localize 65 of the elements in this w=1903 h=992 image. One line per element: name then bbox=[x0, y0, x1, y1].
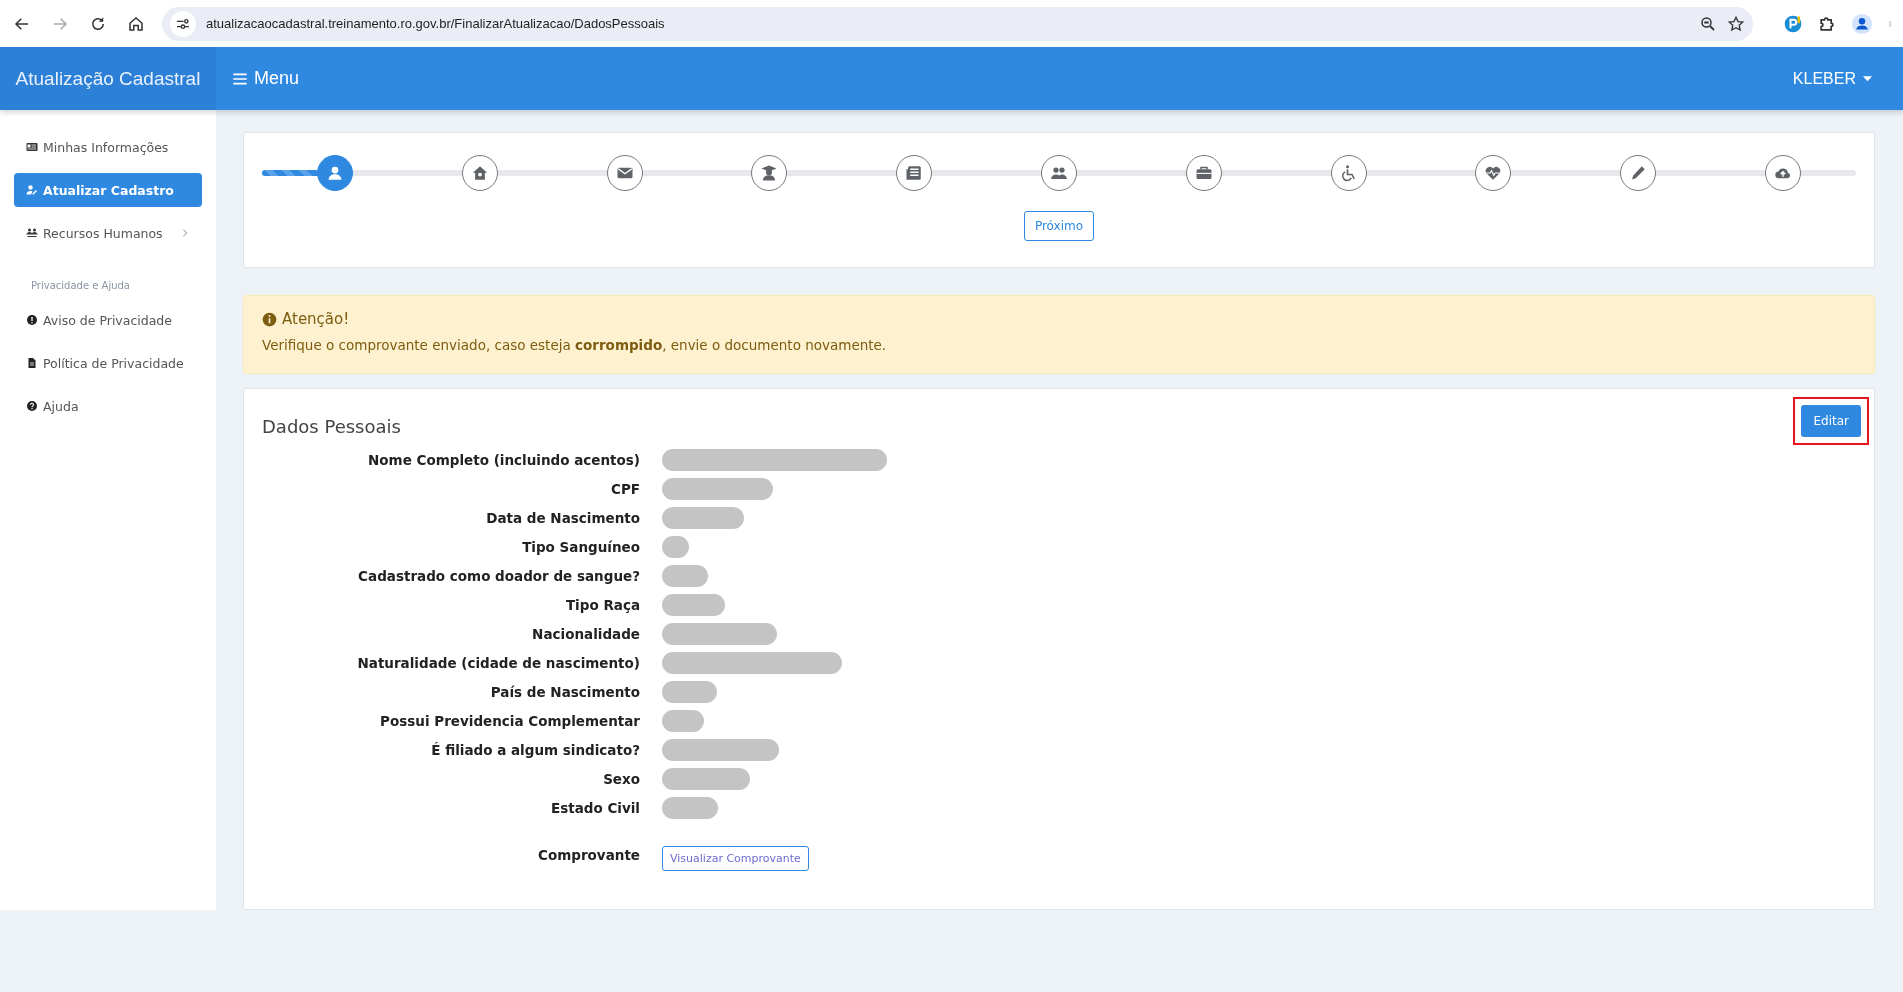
url-text: atualizacaocadastral.treinamento.ro.gov.br/FinalizarAtualizacao/DadosPessoais bbox=[206, 16, 666, 31]
user-edit-icon bbox=[26, 184, 38, 196]
exclamation-icon bbox=[26, 314, 38, 326]
field-label: CPF bbox=[609, 480, 640, 499]
address-bar[interactable]: atualizacaocadastral.treinamento.ro.gov.br/FinalizarAtualizacao/DadosPessoais bbox=[162, 6, 1753, 41]
user-menu[interactable]: KLEBER bbox=[1786, 68, 1879, 89]
step-button[interactable] bbox=[896, 155, 933, 191]
id-card-icon bbox=[26, 141, 38, 153]
field-label: É filiado a algum sindicato? bbox=[430, 741, 640, 760]
next-button[interactable]: Próximo bbox=[1023, 211, 1095, 241]
section-title: Privacidade e Ajuda bbox=[31, 280, 131, 291]
field-label: Data de Nascimento bbox=[485, 509, 640, 528]
field-label: País de Nascimento bbox=[489, 683, 640, 702]
field-label: Naturalidade (cidade de nascimento) bbox=[356, 654, 640, 673]
user-icon bbox=[326, 164, 344, 182]
people-icon bbox=[1050, 164, 1068, 182]
field-label: Nome Completo (incluindo acentos) bbox=[367, 451, 640, 470]
sidebar-item[interactable]: Ajuda bbox=[14, 389, 202, 423]
step-button[interactable] bbox=[606, 155, 643, 191]
sidebar-item[interactable]: Atualizar Cadastro bbox=[14, 173, 202, 207]
question-icon bbox=[26, 400, 38, 412]
field-label: Cadastrado como doador de sangue? bbox=[357, 567, 640, 586]
document-icon bbox=[26, 357, 38, 369]
heartbeat-icon bbox=[1484, 164, 1503, 182]
caret-icon bbox=[1862, 73, 1873, 84]
graduate-icon bbox=[760, 164, 779, 182]
wheelchair-icon bbox=[1339, 164, 1358, 182]
card-title: Dados Pessoais bbox=[262, 415, 401, 437]
alert-title: Atenção! bbox=[282, 310, 350, 328]
edit-button[interactable]: Editar bbox=[1801, 405, 1861, 437]
step-button[interactable] bbox=[751, 155, 788, 191]
sidebar-item[interactable]: Política de Privacidade bbox=[14, 346, 202, 380]
zoom-icon[interactable] bbox=[1699, 14, 1717, 33]
alert-message: Verifique o comprovante enviado, caso esteja corrompido, envie o documento novamente. bbox=[262, 337, 888, 353]
step-button[interactable] bbox=[1041, 155, 1077, 191]
step-button[interactable] bbox=[1764, 155, 1801, 191]
star-icon[interactable] bbox=[1727, 14, 1745, 33]
home-icon[interactable] bbox=[127, 14, 145, 33]
people-icon bbox=[26, 227, 38, 239]
field-label: Sexo bbox=[602, 770, 640, 789]
step-button[interactable] bbox=[461, 155, 498, 191]
step-button[interactable] bbox=[1475, 155, 1512, 191]
field-label: Tipo Raça bbox=[564, 596, 640, 615]
sidebar-item[interactable]: Minhas Informações bbox=[14, 130, 202, 164]
view-receipt-button[interactable]: Visualizar Comprovante bbox=[662, 846, 809, 871]
profile-icon[interactable] bbox=[1851, 12, 1873, 35]
field-label: Comprovante bbox=[537, 846, 640, 865]
extension-badge-icon[interactable] bbox=[1783, 13, 1803, 34]
briefcase-icon bbox=[1194, 164, 1213, 182]
pen-icon bbox=[1629, 164, 1648, 182]
menu-button[interactable]: Menu bbox=[226, 67, 306, 90]
field-label: Nacionalidade bbox=[531, 625, 640, 644]
step-button[interactable] bbox=[317, 155, 353, 191]
step-button[interactable] bbox=[1620, 155, 1657, 191]
info-icon bbox=[262, 311, 277, 327]
step-button[interactable] bbox=[1330, 155, 1367, 191]
sidebar-item[interactable]: Recursos Humanos bbox=[14, 216, 202, 250]
newspaper-icon bbox=[905, 164, 924, 182]
field-label: Tipo Sanguíneo bbox=[521, 538, 640, 557]
app-title[interactable]: Atualização Cadastral bbox=[0, 47, 216, 110]
sidebar-item[interactable]: Aviso de Privacidade bbox=[14, 303, 202, 337]
step-button[interactable] bbox=[1185, 155, 1222, 191]
house-icon bbox=[470, 164, 489, 182]
field-label: Possui Previdencia Complementar bbox=[379, 712, 640, 731]
field-label: Estado Civil bbox=[549, 799, 640, 818]
